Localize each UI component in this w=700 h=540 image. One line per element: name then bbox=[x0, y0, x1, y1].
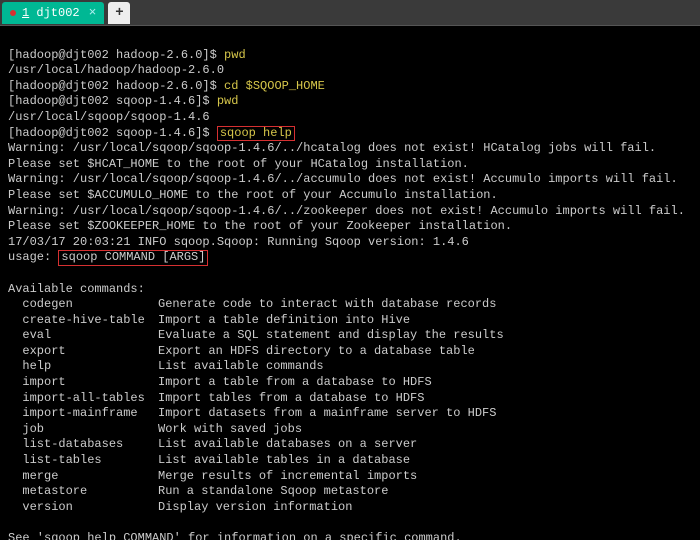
command-row: exportExport an HDFS directory to a data… bbox=[8, 344, 692, 360]
out-pwd1: /usr/local/hadoop/hadoop-2.6.0 bbox=[8, 63, 224, 77]
command-row: mergeMerge results of incremental import… bbox=[8, 469, 692, 485]
prompt-1: [hadoop@djt002 hadoop-2.6.0]$ bbox=[8, 48, 224, 62]
prompt-3: [hadoop@djt002 sqoop-1.4.6]$ bbox=[8, 94, 217, 108]
command-desc: List available tables in a database bbox=[158, 453, 410, 467]
command-name: eval bbox=[8, 328, 158, 344]
command-desc: List available databases on a server bbox=[158, 437, 417, 451]
cmd-pwd-2: pwd bbox=[217, 94, 239, 108]
warn-hcat: Warning: /usr/local/sqoop/sqoop-1.4.6/..… bbox=[8, 141, 656, 155]
set-hcat: Please set $HCAT_HOME to the root of you… bbox=[8, 157, 469, 171]
cmd-sqoop-help: sqoop help bbox=[217, 126, 295, 141]
command-desc: Import tables from a database to HDFS bbox=[158, 391, 424, 405]
tab-title: 1 djt002 bbox=[22, 6, 80, 20]
command-desc: Work with saved jobs bbox=[158, 422, 302, 436]
command-row: list-tablesList available tables in a da… bbox=[8, 453, 692, 469]
command-name: export bbox=[8, 344, 158, 360]
command-name: create-hive-table bbox=[8, 313, 158, 329]
command-row: codegenGenerate code to interact with da… bbox=[8, 297, 692, 313]
command-name: list-databases bbox=[8, 437, 158, 453]
cmd-pwd-1: pwd bbox=[224, 48, 246, 62]
warn-zookeeper: Warning: /usr/local/sqoop/sqoop-1.4.6/..… bbox=[8, 204, 685, 218]
command-row: importImport a table from a database to … bbox=[8, 375, 692, 391]
set-zookeeper: Please set $ZOOKEEPER_HOME to the root o… bbox=[8, 219, 512, 233]
command-row: versionDisplay version information bbox=[8, 500, 692, 516]
command-desc: Export an HDFS directory to a database t… bbox=[158, 344, 475, 358]
command-desc: Display version information bbox=[158, 500, 352, 514]
command-desc: List available commands bbox=[158, 359, 324, 373]
usage-box: sqoop COMMAND [ARGS] bbox=[58, 250, 208, 265]
command-name: codegen bbox=[8, 297, 158, 313]
command-name: version bbox=[8, 500, 158, 516]
command-name: list-tables bbox=[8, 453, 158, 469]
command-row: evalEvaluate a SQL statement and display… bbox=[8, 328, 692, 344]
command-row: helpList available commands bbox=[8, 359, 692, 375]
set-accumulo: Please set $ACCUMULO_HOME to the root of… bbox=[8, 188, 498, 202]
command-row: create-hive-tableImport a table definiti… bbox=[8, 313, 692, 329]
close-icon[interactable]: × bbox=[89, 5, 97, 20]
command-name: help bbox=[8, 359, 158, 375]
command-name: import-mainframe bbox=[8, 406, 158, 422]
command-name: metastore bbox=[8, 484, 158, 500]
status-dot-icon bbox=[10, 10, 16, 16]
command-desc: Run a standalone Sqoop metastore bbox=[158, 484, 388, 498]
command-desc: Import a table definition into Hive bbox=[158, 313, 410, 327]
usage-line: usage: sqoop COMMAND [ARGS] bbox=[8, 250, 208, 264]
tab-active[interactable]: 1 djt002 × bbox=[2, 2, 104, 24]
command-row: import-all-tablesImport tables from a da… bbox=[8, 391, 692, 407]
command-name: job bbox=[8, 422, 158, 438]
terminal-output[interactable]: [hadoop@djt002 hadoop-2.6.0]$ pwd /usr/l… bbox=[0, 26, 700, 540]
command-desc: Import a table from a database to HDFS bbox=[158, 375, 432, 389]
available-commands-header: Available commands: bbox=[8, 282, 145, 296]
tab-bar: 1 djt002 × + bbox=[0, 0, 700, 26]
out-pwd2: /usr/local/sqoop/sqoop-1.4.6 bbox=[8, 110, 210, 124]
prompt-4: [hadoop@djt002 sqoop-1.4.6]$ bbox=[8, 126, 217, 140]
command-name: merge bbox=[8, 469, 158, 485]
command-name: import bbox=[8, 375, 158, 391]
command-row: import-mainframeImport datasets from a m… bbox=[8, 406, 692, 422]
info-version: 17/03/17 20:03:21 INFO sqoop.Sqoop: Runn… bbox=[8, 235, 469, 249]
command-desc: Merge results of incremental imports bbox=[158, 469, 417, 483]
prompt-2: [hadoop@djt002 hadoop-2.6.0]$ bbox=[8, 79, 224, 93]
cmd-cd: cd $SQOOP_HOME bbox=[224, 79, 325, 93]
command-row: list-databasesList available databases o… bbox=[8, 437, 692, 453]
command-desc: Import datasets from a mainframe server … bbox=[158, 406, 496, 420]
warn-accumulo: Warning: /usr/local/sqoop/sqoop-1.4.6/..… bbox=[8, 172, 678, 186]
command-desc: Generate code to interact with database … bbox=[158, 297, 496, 311]
commands-list: codegenGenerate code to interact with da… bbox=[8, 297, 692, 515]
add-tab-button[interactable]: + bbox=[108, 2, 130, 24]
command-name: import-all-tables bbox=[8, 391, 158, 407]
see-more: See 'sqoop help COMMAND' for information… bbox=[8, 531, 462, 540]
command-row: jobWork with saved jobs bbox=[8, 422, 692, 438]
command-row: metastoreRun a standalone Sqoop metastor… bbox=[8, 484, 692, 500]
command-desc: Evaluate a SQL statement and display the… bbox=[158, 328, 504, 342]
